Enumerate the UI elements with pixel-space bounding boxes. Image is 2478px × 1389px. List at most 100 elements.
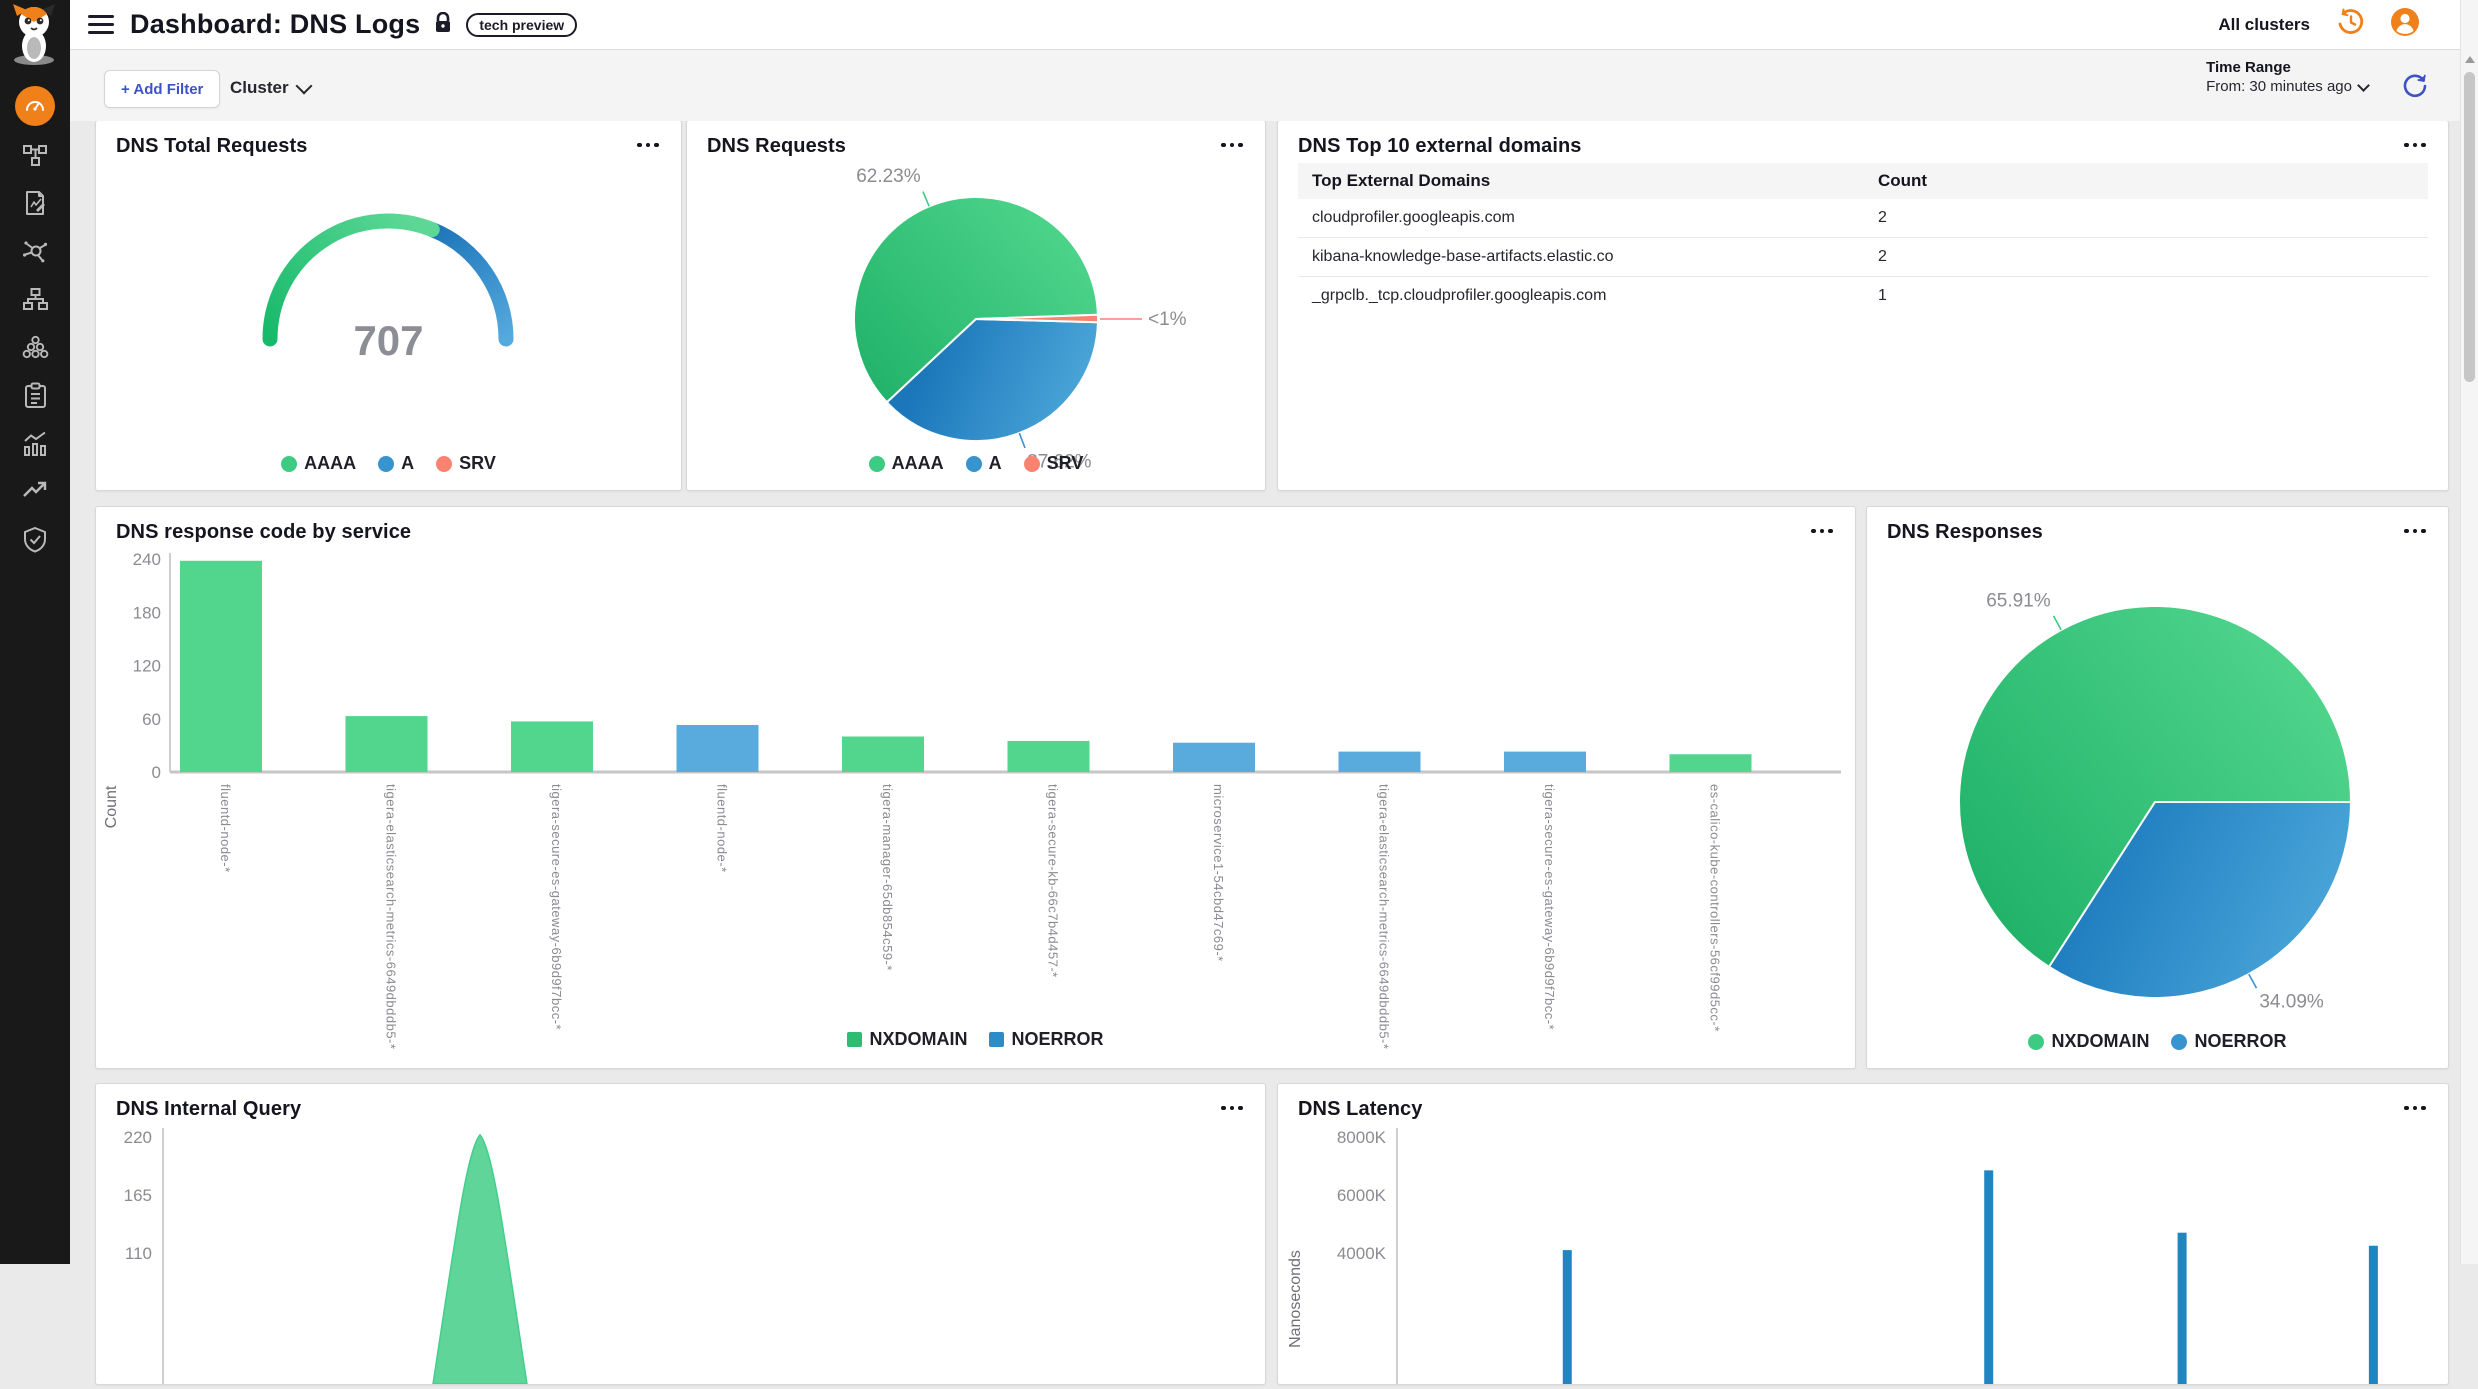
history-icon[interactable] — [2336, 8, 2364, 41]
legend-item[interactable]: SRV — [1024, 453, 1084, 474]
legend-label: NXDOMAIN — [2051, 1031, 2149, 1052]
user-avatar-icon[interactable] — [2390, 7, 2420, 42]
legend-label: AAAA — [304, 453, 356, 474]
panel-dns-responses: DNS Responses 65.91%34.09% NXDOMAINNOERR… — [1866, 506, 2449, 1069]
panel-title: DNS Top 10 external domains — [1298, 135, 1582, 158]
panel-menu-icon[interactable] — [1219, 1100, 1245, 1116]
legend-swatch-icon — [436, 456, 452, 472]
chevron-down-icon — [295, 78, 312, 95]
legend-item[interactable]: A — [966, 453, 1002, 474]
legend-item[interactable]: NOERROR — [989, 1029, 1103, 1050]
hamburger-menu-icon[interactable] — [88, 15, 114, 34]
legend-item[interactable]: NXDOMAIN — [2028, 1031, 2149, 1052]
svg-text:180: 180 — [133, 603, 161, 622]
legend-item[interactable]: AAAA — [869, 453, 944, 474]
panel-menu-icon[interactable] — [1809, 523, 1835, 539]
bar-chart[interactable]: 240180120600Countfluentd-node-*tigera-el… — [96, 507, 1855, 1073]
refresh-button[interactable] — [2400, 71, 2430, 101]
svg-text:Nanoseconds: Nanoseconds — [1287, 1250, 1304, 1348]
legend-item[interactable]: AAAA — [281, 453, 356, 474]
area-chart[interactable]: 220165110 — [96, 1084, 1265, 1389]
scroll-up-arrow-icon[interactable] — [2465, 56, 2475, 63]
sidebar-item-activity[interactable] — [0, 421, 70, 465]
pie-chart[interactable]: 62.23%37.62%<1% — [687, 121, 1265, 495]
sidebar-item-trends[interactable] — [0, 469, 70, 513]
panel-dns-total-requests: DNS Total Requests 707 AAAAASRV — [95, 120, 682, 491]
legend-item[interactable]: A — [378, 453, 414, 474]
panel-menu-icon[interactable] — [635, 137, 661, 153]
svg-text:240: 240 — [133, 550, 161, 569]
sidebar-item-workloads[interactable] — [0, 325, 70, 369]
panel-menu-icon[interactable] — [2402, 523, 2428, 539]
sidebar-item-dashboards[interactable] — [0, 84, 70, 128]
table-cell: 1 — [1864, 287, 2428, 305]
chart-legend: AAAAASRV — [96, 453, 681, 474]
legend-label: NXDOMAIN — [869, 1029, 967, 1050]
gauge-value: 707 — [96, 317, 681, 365]
panel-dns-requests: DNS Requests 62.23%37.62%<1% AAAAASRV — [686, 120, 1266, 491]
dns-logs-dashboard: { "header": { "title": "Dashboard: DNS L… — [0, 0, 2478, 1264]
table-header-row: Top External DomainsCount — [1298, 163, 2428, 199]
legend-label: A — [401, 453, 414, 474]
svg-text:tigera-elasticsearch-metrics-6: tigera-elasticsearch-metrics-6649dbddb5-… — [1377, 784, 1392, 1049]
add-filter-button[interactable]: + Add Filter — [104, 70, 220, 108]
sidebar-item-service-graph[interactable] — [0, 133, 70, 177]
legend-label: SRV — [1047, 453, 1084, 474]
trend-arrow-icon — [21, 477, 49, 505]
latency-bar-chart[interactable]: 8000K6000K4000KNanoseconds — [1278, 1084, 2448, 1389]
time-range-selector[interactable]: Time Range From: 30 minutes ago — [2206, 59, 2368, 95]
panel-title: DNS Internal Query — [116, 1098, 301, 1121]
svg-text:0: 0 — [152, 763, 161, 782]
table-row: _grpclb._tcp.cloudprofiler.googleapis.co… — [1298, 277, 2428, 315]
page-title: Dashboard: DNS Logs — [130, 9, 420, 40]
panel-dns-internal-query: DNS Internal Query 220165110 — [95, 1083, 1266, 1385]
vertical-scrollbar[interactable] — [2460, 0, 2478, 1264]
network-graph-icon — [22, 238, 49, 265]
gauge-chart[interactable] — [96, 121, 681, 495]
legend-label: SRV — [459, 453, 496, 474]
svg-text:tigera-secure-es-gateway-6b9d9: tigera-secure-es-gateway-6b9d9f7bcc-* — [1542, 784, 1557, 1030]
panel-menu-icon[interactable] — [1219, 137, 1245, 153]
panel-title: DNS Requests — [707, 135, 846, 158]
svg-text:62.23%: 62.23% — [856, 166, 921, 187]
table-column-header[interactable]: Count — [1864, 171, 2428, 191]
svg-text:<1%: <1% — [1148, 309, 1187, 330]
chart-legend: NXDOMAIN NOERROR — [1867, 1031, 2448, 1052]
table-row: cloudprofiler.googleapis.com2 — [1298, 199, 2428, 238]
policy-edit-icon — [22, 190, 48, 216]
legend-item[interactable]: NXDOMAIN — [847, 1029, 967, 1050]
cluster-scope-selector[interactable]: All clusters — [2218, 15, 2310, 35]
sidebar-item-compliance[interactable] — [0, 373, 70, 417]
top-domains-table: Top External DomainsCountcloudprofiler.g… — [1298, 163, 2428, 315]
table-cell: cloudprofiler.googleapis.com — [1298, 209, 1864, 227]
table-column-header[interactable]: Top External Domains — [1298, 171, 1864, 191]
legend-swatch-icon — [989, 1032, 1004, 1047]
workloads-cluster-icon — [22, 334, 49, 361]
sidebar-item-policies[interactable] — [0, 181, 70, 225]
legend-swatch-icon — [869, 456, 885, 472]
top-header-bar: Dashboard: DNS Logs tech preview All clu… — [70, 0, 2478, 50]
calico-cat-logo-icon[interactable] — [3, 2, 65, 71]
panel-title: DNS Total Requests — [116, 135, 307, 158]
sidebar-item-network-sets[interactable] — [0, 229, 70, 273]
chevron-down-icon — [2357, 79, 2370, 92]
sidebar-item-nodes[interactable] — [0, 277, 70, 321]
svg-text:tigera-secure-kb-66c7b4d457-*: tigera-secure-kb-66c7b4d457-* — [1046, 784, 1061, 978]
legend-swatch-icon — [2171, 1034, 2187, 1050]
cluster-filter-dropdown[interactable]: Cluster — [230, 70, 310, 106]
panel-dns-response-code: DNS response code by service 24018012060… — [95, 506, 1856, 1069]
legend-item[interactable]: NOERROR — [2171, 1031, 2286, 1052]
scrollbar-thumb[interactable] — [2464, 72, 2475, 382]
legend-swatch-icon — [847, 1032, 862, 1047]
sidebar-item-threat-defense[interactable] — [0, 517, 70, 561]
panel-menu-icon[interactable] — [2402, 1100, 2428, 1116]
service-graph-icon — [22, 142, 48, 168]
time-range-title: Time Range — [2206, 59, 2368, 76]
svg-text:4000K: 4000K — [1337, 1244, 1387, 1263]
pie-chart[interactable]: 65.91%34.09% — [1867, 507, 2448, 1073]
panel-dns-top-domains: DNS Top 10 external domains Top External… — [1277, 120, 2449, 491]
legend-swatch-icon — [378, 456, 394, 472]
legend-item[interactable]: SRV — [436, 453, 496, 474]
panel-menu-icon[interactable] — [2402, 137, 2428, 153]
svg-text:34.09%: 34.09% — [2259, 991, 2324, 1012]
